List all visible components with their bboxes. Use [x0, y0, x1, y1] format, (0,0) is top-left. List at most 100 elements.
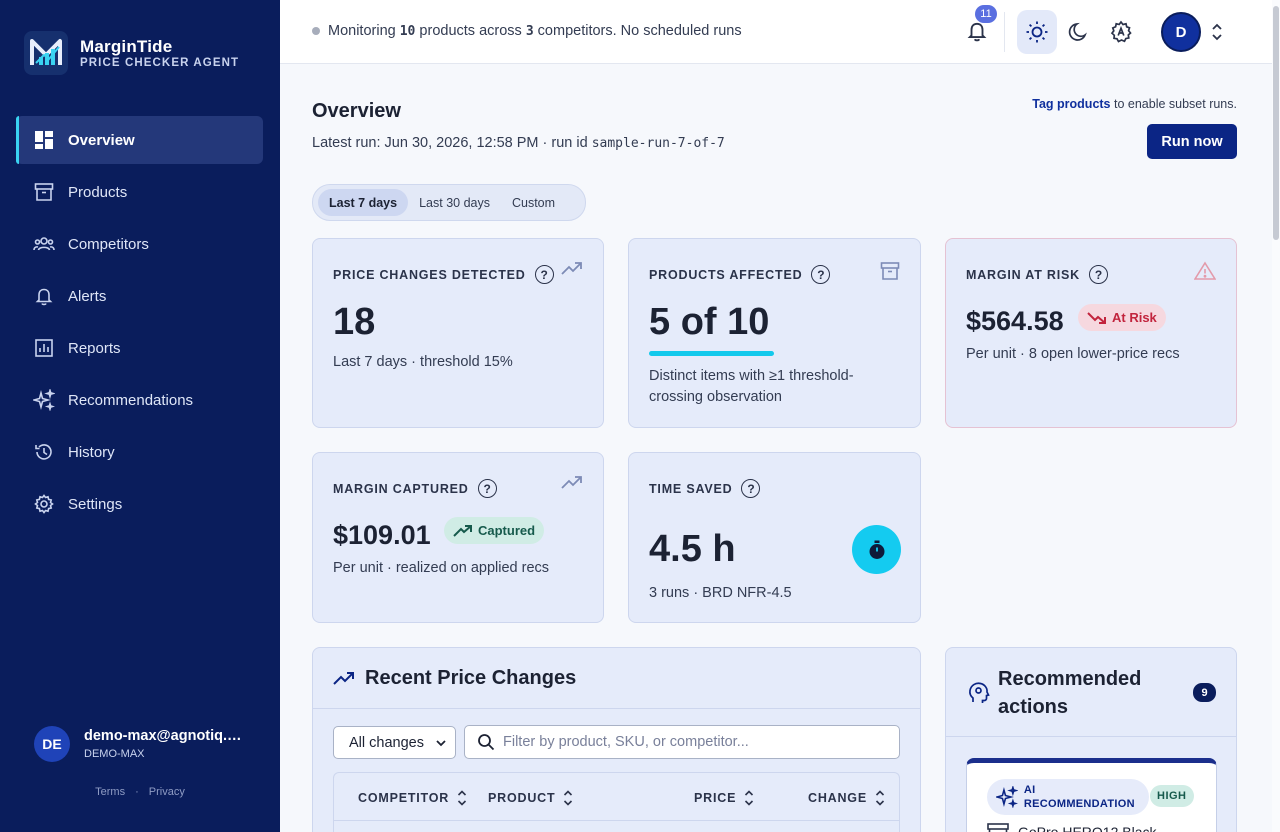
range-last-7-days[interactable]: Last 7 days — [318, 189, 409, 216]
sidebar-item-settings[interactable]: Settings — [16, 480, 263, 528]
time-saved-card: TIME SAVED? 4.5 h 3 runs · BRD NFR-4.5 — [628, 452, 921, 623]
user-account[interactable]: DE demo-max@agnotiq.com DEMO-MAX — [34, 726, 246, 762]
sidebar-item-label: Recommendations — [68, 391, 194, 409]
table-header: COMPETITOR PRODUCT PRICE CHANGE — [333, 772, 900, 832]
dark-theme-button[interactable] — [1059, 10, 1099, 54]
archive-box-icon — [880, 261, 900, 286]
sidebar-item-label: Alerts — [68, 287, 107, 305]
moon-icon — [1068, 22, 1087, 41]
range-custom[interactable]: Custom — [501, 189, 566, 216]
column-label: PRODUCT — [488, 791, 556, 805]
tag-products-link[interactable]: Tag products — [1032, 97, 1110, 111]
sidebar-item-label: Reports — [68, 339, 121, 357]
trending-down-icon — [1087, 311, 1106, 324]
range-last-30-days[interactable]: Last 30 days — [408, 189, 501, 216]
help-icon[interactable]: ? — [811, 265, 831, 284]
gear-icon — [33, 493, 55, 515]
sparkles-icon — [996, 786, 1018, 808]
sidebar-item-alerts[interactable]: Alerts — [16, 272, 263, 320]
card-value: 5 of 10 — [649, 301, 770, 343]
at-risk-label: At Risk — [1112, 310, 1157, 325]
help-icon[interactable]: ? — [1088, 265, 1108, 284]
sidebar-item-recommendations[interactable]: Recommendations — [16, 376, 263, 424]
margintide-logo-icon — [24, 31, 68, 75]
light-theme-button[interactable] — [1017, 10, 1057, 54]
sidebar-item-reports[interactable]: Reports — [16, 324, 263, 372]
sidebar-item-products[interactable]: Products — [16, 168, 263, 216]
status-prefix: Monitoring — [328, 23, 396, 39]
change-type-select[interactable]: All changes — [333, 726, 456, 759]
products-affected-card: PRODUCTS AFFECTED? 5 of 10 Distinct item… — [628, 238, 921, 428]
status-competitors-count: 3 — [525, 23, 534, 39]
privacy-link[interactable]: Privacy — [149, 786, 185, 798]
sun-icon — [1026, 21, 1048, 43]
sort-icon — [744, 789, 754, 807]
column-price[interactable]: PRICE — [694, 789, 754, 807]
ai-recommendation-chip: AI RECOMMENDATION — [987, 779, 1149, 815]
column-label: PRICE — [694, 791, 737, 805]
help-icon[interactable]: ? — [534, 265, 554, 284]
sidebar-item-history[interactable]: History — [16, 428, 263, 476]
select-value: All changes — [349, 734, 424, 751]
date-range-toggle: Last 7 days Last 30 days Custom — [312, 184, 586, 221]
search-input[interactable]: Filter by product, SKU, or competitor... — [464, 725, 900, 759]
panel-title: Recommended actions — [998, 668, 1142, 718]
trending-up-icon — [561, 475, 583, 496]
recommendation-product: GoPro HERO12 Black — [1018, 824, 1157, 832]
recommendation-card[interactable]: AI RECOMMENDATION HIGH GoPro HERO12 Blac… — [966, 758, 1217, 832]
card-value: 18 — [333, 301, 376, 343]
recommendations-count-badge: 9 — [1193, 683, 1216, 702]
sidebar-item-label: Overview — [68, 131, 135, 149]
card-label: MARGIN AT RISK — [966, 267, 1080, 282]
at-risk-badge: At Risk — [1078, 304, 1166, 331]
affected-progress-bar — [649, 351, 774, 356]
ai-chip-label: AI RECOMMENDATION — [1023, 784, 1135, 810]
brand[interactable]: MarginTide PRICE CHECKER AGENT — [24, 31, 239, 75]
sidebar-item-competitors[interactable]: Competitors — [16, 220, 263, 268]
chevron-up-down-icon[interactable] — [1207, 20, 1227, 44]
recent-price-changes-panel: Recent Price Changes All changes Filter … — [312, 647, 921, 832]
sidebar-item-label: Settings — [68, 495, 123, 513]
latest-run-text: Latest run: Jun 30, 2026, 12:58 PM · run… — [312, 135, 588, 151]
terms-link[interactable]: Terms — [95, 786, 125, 798]
column-label: CHANGE — [808, 791, 867, 805]
latest-run-info: Latest run: Jun 30, 2026, 12:58 PM · run… — [312, 135, 725, 151]
archive-box-icon — [33, 181, 55, 203]
captured-badge: Captured — [444, 517, 545, 544]
dashboard-icon — [33, 129, 55, 151]
auto-theme-icon — [1110, 20, 1132, 43]
card-value: $109.01 — [333, 520, 431, 550]
status-middle: products across — [419, 23, 522, 39]
column-competitor[interactable]: COMPETITOR — [358, 789, 467, 807]
help-icon[interactable]: ? — [741, 479, 761, 498]
card-label: PRICE CHANGES DETECTED — [333, 267, 526, 282]
brand-subtitle: PRICE CHECKER AGENT — [80, 56, 240, 69]
status-suffix: competitors. No scheduled runs — [537, 23, 742, 39]
page-title: Overview — [312, 100, 401, 122]
bell-icon — [967, 22, 987, 42]
sort-icon — [875, 789, 885, 807]
search-icon — [478, 734, 495, 751]
trending-up-icon — [333, 671, 355, 687]
warning-triangle-icon — [1193, 261, 1217, 286]
margin-at-risk-card: MARGIN AT RISK? $564.58 At Risk Per unit… — [945, 238, 1237, 428]
scrollbar-thumb[interactable] — [1273, 6, 1279, 240]
column-change[interactable]: CHANGE — [808, 789, 885, 807]
sidebar-item-overview[interactable]: Overview — [16, 116, 263, 164]
panel-divider — [946, 736, 1236, 737]
help-icon[interactable]: ? — [477, 479, 497, 498]
lightbulb-head-icon — [968, 681, 990, 710]
run-now-button[interactable]: Run now — [1147, 124, 1237, 159]
auto-theme-button[interactable] — [1101, 10, 1141, 54]
user-menu-avatar[interactable]: D — [1161, 12, 1201, 52]
card-subtext: Distinct items with ≥1 threshold-crossin… — [649, 368, 854, 405]
tag-hint-text: to enable subset runs. — [1110, 97, 1237, 111]
card-subtext: 3 runs · BRD NFR-4.5 — [649, 585, 792, 601]
bell-icon — [33, 285, 55, 307]
search-placeholder: Filter by product, SKU, or competitor... — [503, 734, 749, 750]
column-product[interactable]: PRODUCT — [488, 789, 573, 807]
bar-chart-icon — [33, 337, 55, 359]
card-subtext: Last 7 days · threshold 15% — [333, 354, 513, 370]
sidebar-item-label: Products — [68, 183, 128, 201]
sidebar-item-label: History — [68, 443, 115, 461]
